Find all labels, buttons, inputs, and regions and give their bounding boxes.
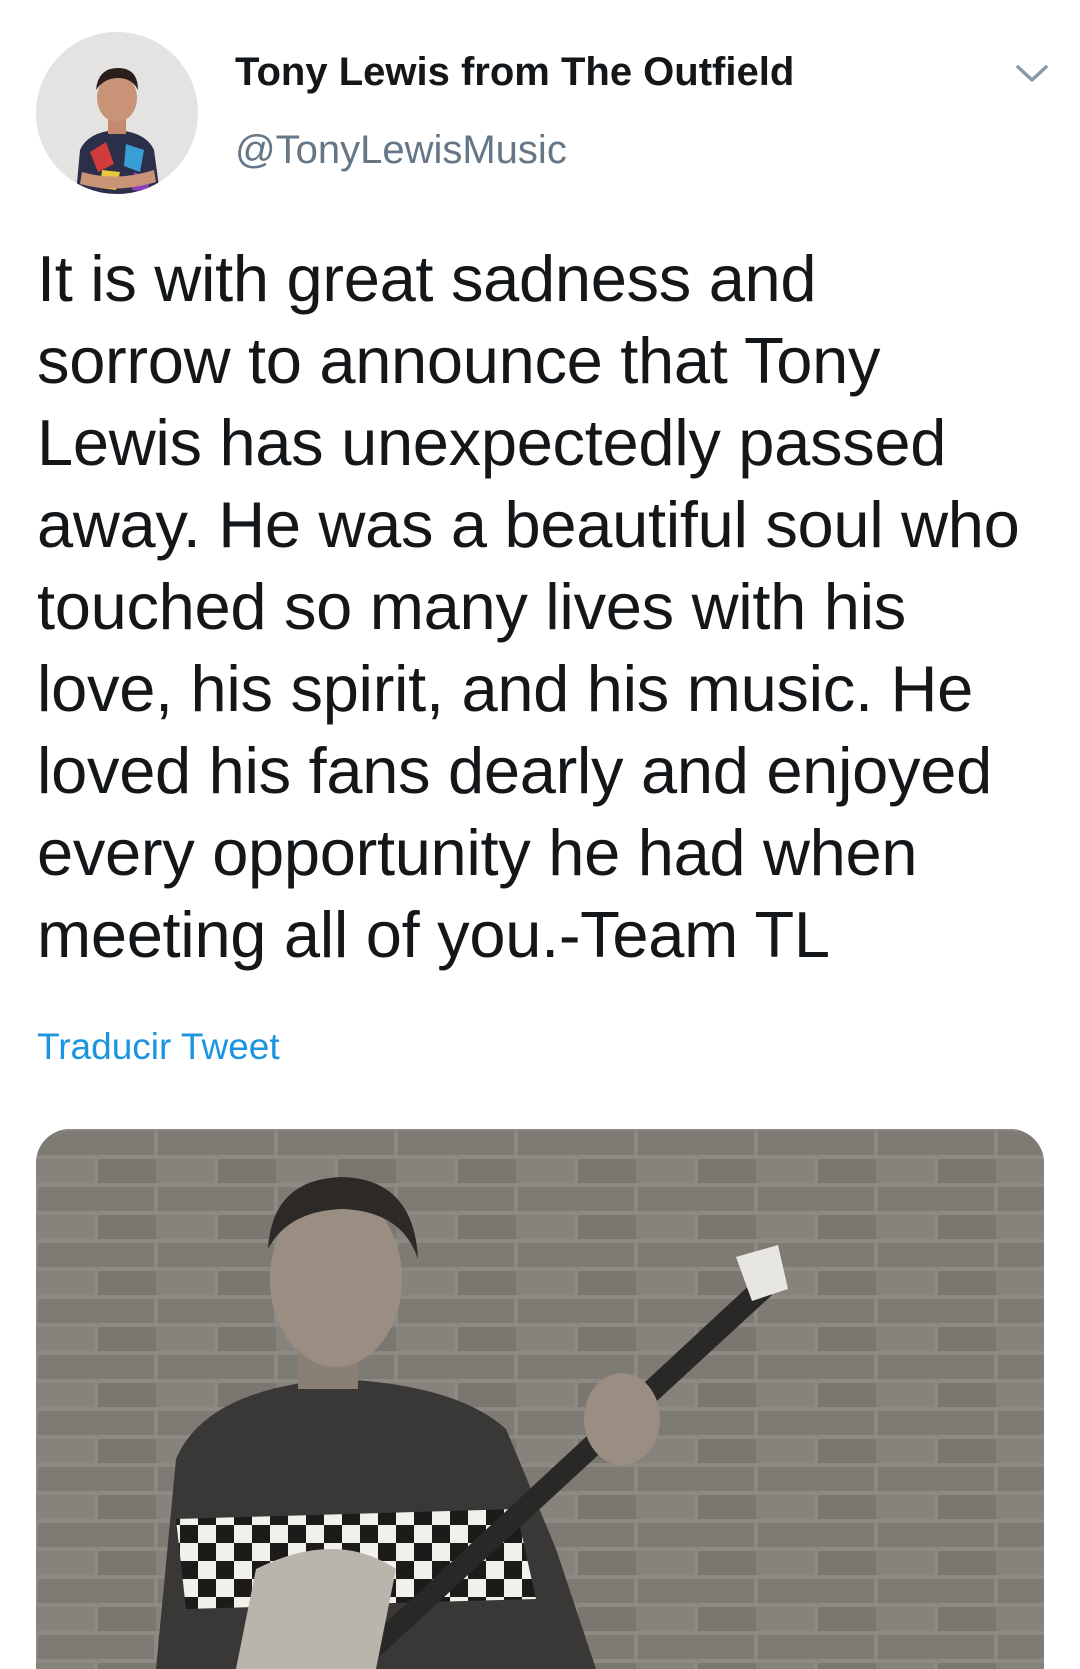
avatar[interactable]: [36, 32, 198, 194]
tweet-text-line: meeting all of you.-Team TL: [37, 898, 830, 971]
tweet-text-line: love, his spirit, and his music. He: [37, 652, 973, 725]
tweet-text: It is with great sadness and sorrow to a…: [37, 238, 1057, 976]
tweet-text-line: sorrow to announce that Tony: [37, 324, 881, 397]
tweet-text-line: away. He was a beautiful soul who: [37, 488, 1020, 561]
author-handle[interactable]: @TonyLewisMusic: [235, 128, 567, 173]
tweet-text-line: loved his fans dearly and enjoyed: [37, 734, 992, 807]
translate-tweet-link[interactable]: Traducir Tweet: [37, 1026, 280, 1068]
tweet-text-line: Lewis has unexpectedly passed: [37, 406, 947, 479]
tweet-text-line: It is with great sadness and: [37, 242, 817, 315]
tweet-text-line: touched so many lives with his: [37, 570, 906, 643]
tweet-menu-button[interactable]: [1008, 56, 1056, 96]
tweet: Tony Lewis from The Outfield @TonyLewisM…: [0, 0, 1080, 1669]
author-display-name[interactable]: Tony Lewis from The Outfield: [235, 50, 794, 95]
tweet-text-line: every opportunity he had when: [37, 816, 918, 889]
tweet-photo[interactable]: [36, 1129, 1044, 1669]
chevron-down-icon: [1015, 63, 1049, 90]
